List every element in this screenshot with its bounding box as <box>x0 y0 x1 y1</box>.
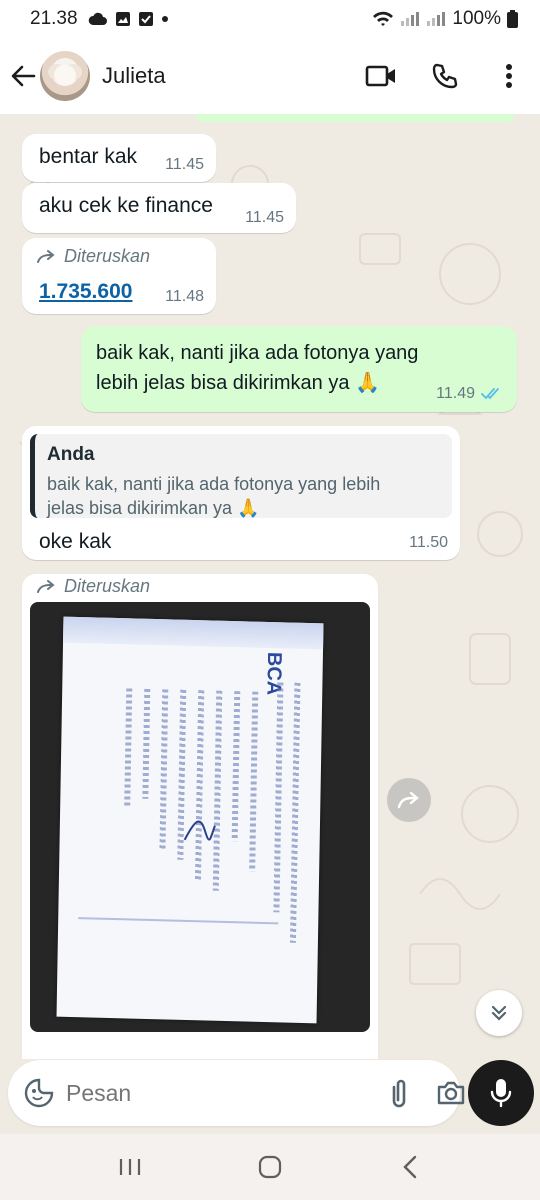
more-vert-icon <box>506 64 512 88</box>
avatar[interactable] <box>40 51 90 101</box>
message-incoming-forwarded[interactable]: Diteruskan 1.735.600 11.48 <box>22 238 216 314</box>
forward-icon <box>397 791 419 809</box>
receipt-photo[interactable]: BCA <box>30 602 370 1032</box>
system-nav-bar <box>0 1134 540 1200</box>
home-button[interactable] <box>250 1147 290 1187</box>
sticker-icon <box>24 1078 54 1108</box>
mic-icon <box>490 1079 512 1108</box>
nav-back-icon <box>403 1155 417 1179</box>
video-call-button[interactable] <box>364 59 398 93</box>
message-incoming[interactable]: aku cek ke finance 11.45 <box>22 183 296 233</box>
cloud-icon <box>88 12 107 25</box>
message-input[interactable] <box>66 1079 362 1107</box>
message-time: 11.50 <box>409 534 448 551</box>
message-time: 11.45 <box>245 209 284 226</box>
dot-icon <box>161 16 168 22</box>
message-incoming[interactable]: bentar kak 11.45 <box>22 134 216 182</box>
camera-icon <box>437 1081 465 1105</box>
receipt-header-strip <box>63 616 324 650</box>
sticker-button[interactable] <box>24 1078 54 1108</box>
recent-apps-button[interactable] <box>110 1147 150 1187</box>
message-text: aku cek ke finance <box>39 194 213 217</box>
home-icon <box>258 1155 282 1179</box>
message-time: 11.49 <box>436 385 503 403</box>
signal-icon-2 <box>427 12 446 26</box>
status-right-icons: 100% <box>372 8 518 30</box>
battery-icon <box>507 10 518 28</box>
status-notification-icons <box>88 11 169 27</box>
status-time: 21.38 <box>30 8 78 29</box>
quoted-sender: Anda <box>47 444 95 465</box>
camera-button[interactable] <box>436 1076 466 1110</box>
scroll-down-icon <box>491 1005 507 1021</box>
nav-back-button[interactable] <box>390 1147 430 1187</box>
header-actions <box>364 59 526 93</box>
signal-icon <box>401 12 420 26</box>
attach-icon <box>392 1079 406 1108</box>
receipt-paper: BCA <box>56 616 324 1024</box>
message-outgoing[interactable]: baik kak, nanti jika ada fotonya yang le… <box>81 326 517 412</box>
folded-hands-emoji: 🙏 <box>355 372 380 394</box>
signature-icon <box>183 820 216 841</box>
forward-button[interactable] <box>387 778 431 822</box>
attach-button[interactable] <box>388 1076 410 1110</box>
message-incoming-image[interactable]: Diteruskan BCA <box>22 574 378 1059</box>
forwarded-label: Diteruskan <box>36 246 150 267</box>
contact-name[interactable]: Julieta <box>102 63 166 89</box>
message-composer[interactable] <box>8 1060 465 1126</box>
recent-apps-icon <box>119 1159 141 1175</box>
message-text: oke kak <box>39 530 112 553</box>
chat-header: Julieta <box>0 38 540 114</box>
scroll-to-bottom-button[interactable] <box>476 990 522 1036</box>
message-text: baik kak, nanti jika ada fotonya yang le… <box>96 342 419 394</box>
quoted-message[interactable]: Anda baik kak, nanti jika ada fotonya ya… <box>30 434 452 518</box>
wifi-icon <box>373 11 394 26</box>
message-time: 11.48 <box>165 288 204 305</box>
chat-area[interactable]: bentar kak 11.45 aku cek ke finance 11.4… <box>0 114 540 1059</box>
forwarded-label: Diteruskan <box>36 576 150 597</box>
forward-icon <box>37 249 55 263</box>
voice-message-button[interactable] <box>468 1060 534 1126</box>
message-time: 11.45 <box>165 156 204 173</box>
read-ticks-icon <box>481 388 499 400</box>
message-text: bentar kak <box>39 145 138 168</box>
battery-percent: 100% <box>452 8 501 29</box>
voice-call-button[interactable] <box>428 59 462 93</box>
check-box-icon <box>138 12 153 26</box>
message-incoming-reply[interactable]: Anda baik kak, nanti jika ada fotonya ya… <box>22 426 460 560</box>
video-call-icon <box>365 65 395 87</box>
image-icon <box>115 12 130 26</box>
more-options-button[interactable] <box>492 59 526 93</box>
back-arrow-icon <box>11 65 36 87</box>
back-button[interactable] <box>8 61 38 91</box>
previous-outgoing-bubble-edge <box>195 114 515 122</box>
status-bar: 21.38 100% <box>0 0 540 38</box>
phone-icon <box>432 63 458 89</box>
forward-icon <box>37 579 55 593</box>
message-link[interactable]: 1.735.600 <box>39 280 132 304</box>
quoted-text: baik kak, nanti jika ada fotonya yang le… <box>47 474 381 518</box>
